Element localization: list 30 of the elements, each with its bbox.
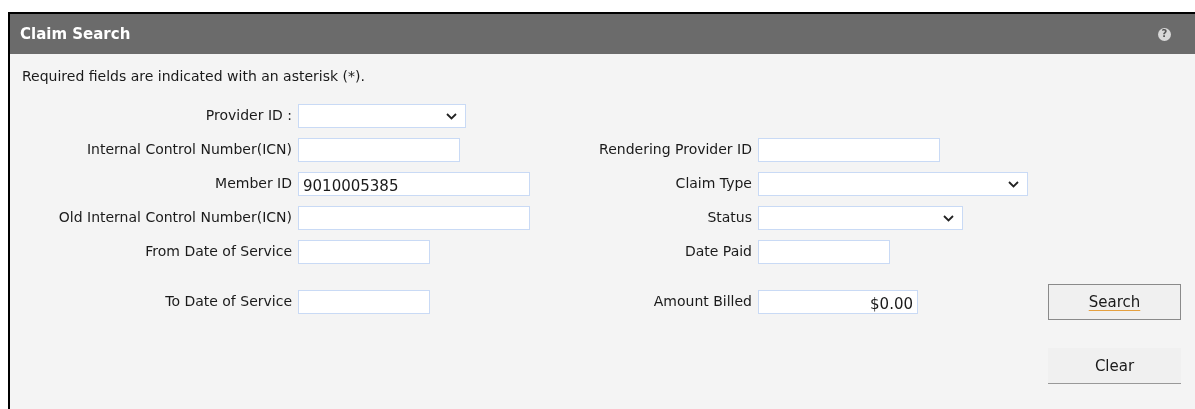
field-label: Status — [707, 208, 753, 226]
chevron-down-icon — [943, 214, 954, 222]
field-label: Provider ID : — [205, 106, 293, 124]
field-label: From Date of Service — [145, 242, 293, 260]
panel-title: Claim Search — [20, 25, 131, 43]
required-note: Required fields are indicated with an asterisk (*). — [21, 67, 366, 86]
search-button[interactable]: Search — [1048, 284, 1181, 320]
input-field[interactable]: $0.00 — [758, 290, 918, 314]
field-label: Old Internal Control Number(ICN) — [58, 208, 293, 226]
field-label: To Date of Service — [165, 292, 293, 310]
input-field[interactable] — [298, 240, 430, 264]
field-label: Member ID — [215, 174, 293, 192]
input-field[interactable] — [298, 138, 460, 162]
input-field[interactable] — [298, 290, 430, 314]
clear-button[interactable]: Clear — [1048, 348, 1181, 384]
chevron-down-icon — [1008, 180, 1019, 188]
input-field[interactable]: 9010005385 — [298, 172, 530, 196]
input-field[interactable] — [758, 240, 890, 264]
chevron-down-icon — [446, 112, 457, 120]
help-icon[interactable]: ? — [1158, 27, 1171, 41]
dropdown-field[interactable] — [758, 172, 1028, 196]
field-label: Date Paid — [684, 242, 753, 260]
field-label: Internal Control Number(ICN) — [87, 140, 293, 158]
input-field[interactable] — [758, 138, 940, 162]
field-label: Amount Billed — [653, 292, 753, 310]
dropdown-field[interactable] — [758, 206, 963, 230]
field-label: Rendering Provider ID — [599, 140, 753, 158]
input-field[interactable] — [298, 206, 530, 230]
field-label: Claim Type — [675, 174, 753, 192]
dropdown-field[interactable] — [298, 104, 466, 128]
